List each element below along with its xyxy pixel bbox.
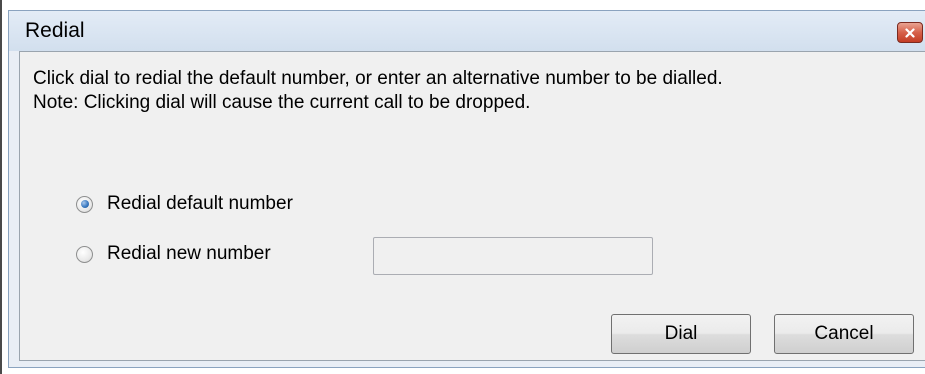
close-icon	[905, 27, 915, 38]
close-button[interactable]	[897, 22, 923, 43]
redial-default-option[interactable]: Redial default number	[76, 192, 293, 216]
cancel-button[interactable]: Cancel	[774, 314, 914, 354]
warning-note: Note: Clicking dial will cause the curre…	[33, 92, 531, 113]
redial-default-label[interactable]: Redial default number	[107, 193, 293, 215]
radio-selected-dot	[80, 200, 89, 208]
dialog-body: Click dial to redial the default number,…	[19, 51, 925, 361]
background-window-edge	[0, 0, 2, 374]
redial-dialog: Redial Click dial to redial the default …	[8, 10, 925, 368]
redial-new-radio[interactable]	[76, 245, 93, 263]
dial-button[interactable]: Dial	[611, 314, 751, 354]
window-title: Redial	[25, 19, 85, 42]
title-bar[interactable]: Redial	[9, 11, 925, 51]
redial-default-radio[interactable]	[76, 195, 93, 213]
new-number-input[interactable]	[373, 237, 653, 275]
redial-new-label[interactable]: Redial new number	[107, 243, 271, 265]
instruction-text: Click dial to redial the default number,…	[33, 68, 723, 89]
redial-new-option[interactable]: Redial new number	[76, 242, 271, 266]
